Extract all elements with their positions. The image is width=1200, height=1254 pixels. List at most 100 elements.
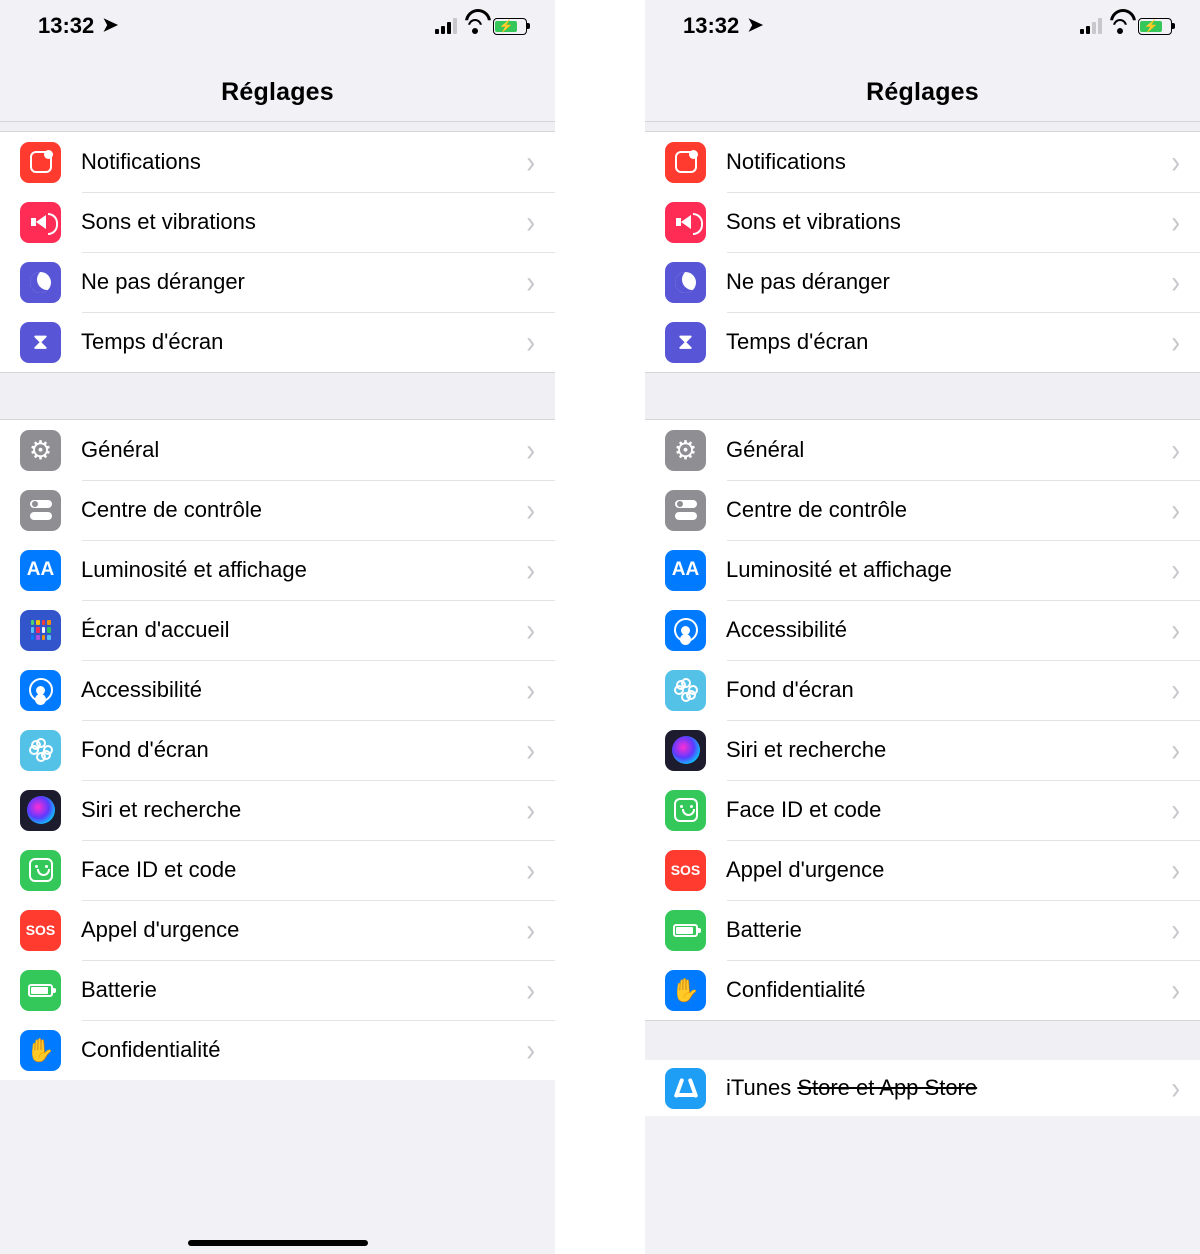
- row-label: Sons et vibrations: [81, 209, 526, 235]
- hourglass-icon: ⧗: [20, 322, 61, 363]
- chevron-right-icon: ›: [526, 911, 535, 948]
- chevron-right-icon: ›: [526, 143, 535, 180]
- wifi-icon: [1110, 19, 1130, 34]
- location-icon: ➤: [102, 14, 118, 37]
- row-control-center[interactable]: Centre de contrôle ›: [645, 480, 1200, 540]
- phone-left: 13:32 ➤ ⚡ Réglages Notifications ›: [0, 0, 555, 1254]
- phone-right: 13:32 ➤ ⚡ Réglages Notifications ›: [645, 0, 1200, 1254]
- row-control-center[interactable]: Centre de contrôle ›: [0, 480, 555, 540]
- row-label: Temps d'écran: [726, 329, 1171, 355]
- row-general[interactable]: ⚙ Général ›: [645, 420, 1200, 480]
- textsize-icon: AA: [20, 550, 61, 591]
- row-screentime[interactable]: ⧗ Temps d'écran ›: [0, 312, 555, 372]
- siri-icon: [665, 730, 706, 771]
- row-label: Temps d'écran: [81, 329, 526, 355]
- chevron-right-icon: ›: [1171, 971, 1180, 1008]
- chevron-right-icon: ›: [1171, 431, 1180, 468]
- chevron-right-icon: ›: [1171, 611, 1180, 648]
- status-bar: 13:32 ➤ ⚡: [0, 0, 555, 52]
- chevron-right-icon: ›: [1171, 551, 1180, 588]
- row-faceid[interactable]: Face ID et code ›: [645, 780, 1200, 840]
- row-accessibility[interactable]: Accessibilité ›: [0, 660, 555, 720]
- chevron-right-icon: ›: [1171, 203, 1180, 240]
- row-privacy[interactable]: ✋ Confidentialité ›: [645, 960, 1200, 1020]
- page-title: Réglages: [645, 78, 1200, 107]
- row-label: Siri et recherche: [726, 737, 1171, 763]
- battery-icon: ⚡: [1138, 18, 1172, 35]
- row-faceid[interactable]: Face ID et code ›: [0, 840, 555, 900]
- appstore-icon: [665, 1068, 706, 1109]
- row-label: Luminosité et affichage: [726, 557, 1171, 583]
- row-battery[interactable]: Batterie ›: [645, 900, 1200, 960]
- battery-row-icon: [665, 910, 706, 951]
- gear-icon: ⚙: [20, 430, 61, 471]
- row-label: Sons et vibrations: [726, 209, 1171, 235]
- battery-row-icon: [20, 970, 61, 1011]
- header: Réglages: [645, 52, 1200, 122]
- row-label: Confidentialité: [81, 1037, 526, 1063]
- chevron-right-icon: ›: [526, 671, 535, 708]
- row-accessibility[interactable]: Accessibilité ›: [645, 600, 1200, 660]
- chevron-right-icon: ›: [526, 791, 535, 828]
- hand-icon: ✋: [665, 970, 706, 1011]
- chevron-right-icon: ›: [1171, 791, 1180, 828]
- chevron-right-icon: ›: [1171, 851, 1180, 888]
- row-general[interactable]: ⚙ Général ›: [0, 420, 555, 480]
- row-label: Accessibilité: [726, 617, 1171, 643]
- row-label: iTunes Store et App Store: [726, 1075, 1171, 1101]
- faceid-icon: [665, 790, 706, 831]
- row-label: Général: [81, 437, 526, 463]
- chevron-right-icon: ›: [1171, 491, 1180, 528]
- chevron-right-icon: ›: [1171, 731, 1180, 768]
- chevron-right-icon: ›: [1171, 671, 1180, 708]
- row-sounds[interactable]: Sons et vibrations ›: [0, 192, 555, 252]
- notifications-icon: [665, 142, 706, 183]
- page-title: Réglages: [0, 78, 555, 107]
- chevron-right-icon: ›: [1171, 143, 1180, 180]
- row-dnd[interactable]: Ne pas déranger ›: [645, 252, 1200, 312]
- sounds-icon: [665, 202, 706, 243]
- chevron-right-icon: ›: [526, 431, 535, 468]
- row-label: Écran d'accueil: [81, 617, 526, 643]
- chevron-right-icon: ›: [1171, 263, 1180, 300]
- moon-icon: [665, 262, 706, 303]
- row-battery[interactable]: Batterie ›: [0, 960, 555, 1020]
- notifications-icon: [20, 142, 61, 183]
- status-bar: 13:32 ➤ ⚡: [645, 0, 1200, 52]
- row-label: Face ID et code: [726, 797, 1171, 823]
- row-label: Batterie: [726, 917, 1171, 943]
- row-screentime[interactable]: ⧗ Temps d'écran ›: [645, 312, 1200, 372]
- row-dnd[interactable]: Ne pas déranger ›: [0, 252, 555, 312]
- row-privacy[interactable]: ✋ Confidentialité ›: [0, 1020, 555, 1080]
- home-indicator[interactable]: [188, 1240, 368, 1246]
- chevron-right-icon: ›: [1171, 323, 1180, 360]
- chevron-right-icon: ›: [526, 851, 535, 888]
- row-homescreen[interactable]: Écran d'accueil ›: [0, 600, 555, 660]
- row-label: Centre de contrôle: [726, 497, 1171, 523]
- row-display[interactable]: AA Luminosité et affichage ›: [645, 540, 1200, 600]
- row-label: Fond d'écran: [726, 677, 1171, 703]
- sos-icon: SOS: [665, 850, 706, 891]
- chevron-right-icon: ›: [526, 263, 535, 300]
- row-wallpaper[interactable]: Fond d'écran ›: [0, 720, 555, 780]
- row-siri[interactable]: Siri et recherche ›: [0, 780, 555, 840]
- row-notifications[interactable]: Notifications ›: [645, 132, 1200, 192]
- textsize-icon: AA: [665, 550, 706, 591]
- chevron-right-icon: ›: [526, 971, 535, 1008]
- row-label: Confidentialité: [726, 977, 1171, 1003]
- row-notifications[interactable]: Notifications ›: [0, 132, 555, 192]
- row-sos[interactable]: SOS Appel d'urgence ›: [645, 840, 1200, 900]
- row-label: Notifications: [81, 149, 526, 175]
- row-sos[interactable]: SOS Appel d'urgence ›: [0, 900, 555, 960]
- row-siri[interactable]: Siri et recherche ›: [645, 720, 1200, 780]
- header: Réglages: [0, 52, 555, 122]
- faceid-icon: [20, 850, 61, 891]
- row-sounds[interactable]: Sons et vibrations ›: [645, 192, 1200, 252]
- row-itunes-appstore[interactable]: iTunes Store et App Store ›: [645, 1060, 1200, 1116]
- chevron-right-icon: ›: [1171, 1069, 1180, 1106]
- row-label: Notifications: [726, 149, 1171, 175]
- row-wallpaper[interactable]: Fond d'écran ›: [645, 660, 1200, 720]
- row-display[interactable]: AA Luminosité et affichage ›: [0, 540, 555, 600]
- location-icon: ➤: [747, 14, 763, 37]
- row-label: Ne pas déranger: [726, 269, 1171, 295]
